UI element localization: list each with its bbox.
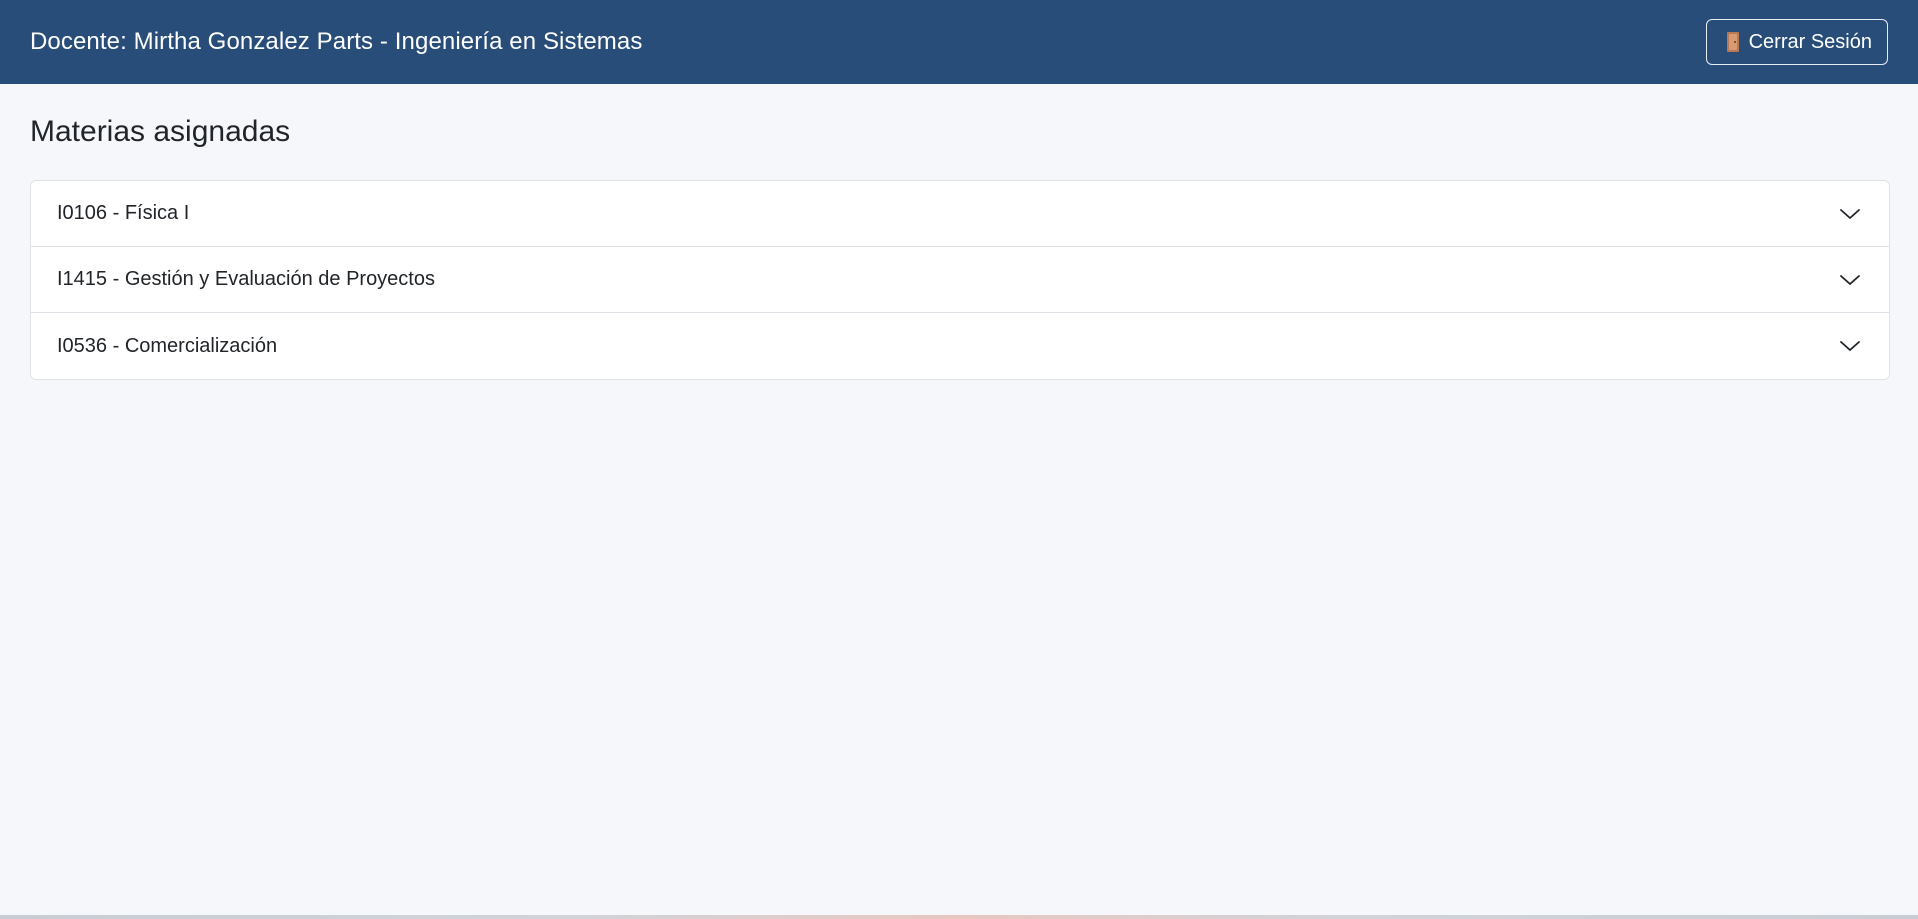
door-icon xyxy=(1726,32,1739,52)
logout-label: Cerrar Sesión xyxy=(1748,30,1872,53)
subject-item[interactable]: I0536 - Comercialización xyxy=(31,313,1889,379)
subject-label: I0106 - Física I xyxy=(57,202,190,224)
teacher-title: Docente: Mirtha Gonzalez Parts - Ingenie… xyxy=(30,28,643,55)
subject-item[interactable]: I0106 - Física I xyxy=(31,181,1889,247)
chevron-down-icon xyxy=(1840,274,1860,285)
logout-button[interactable]: Cerrar Sesión xyxy=(1705,19,1888,65)
chevron-down-icon xyxy=(1840,208,1860,219)
chevron-down-icon xyxy=(1840,341,1860,351)
top-navbar: Docente: Mirtha Gonzalez Parts - Ingenie… xyxy=(0,0,1918,84)
subject-item[interactable]: I1415 - Gestión y Evaluación de Proyecto… xyxy=(31,247,1889,313)
subject-label: I1415 - Gestión y Evaluación de Proyecto… xyxy=(57,268,435,290)
page-title: Materias asignadas xyxy=(30,115,291,148)
subject-label: I0536 - Comercialización xyxy=(57,334,278,357)
subjects-accordion: I0106 - Física I I1415 - Gestión y Evalu… xyxy=(30,180,1890,380)
bottom-edge-line xyxy=(0,915,1918,919)
main-content: Materias asignadas I0106 - Física I I141… xyxy=(30,84,1890,380)
